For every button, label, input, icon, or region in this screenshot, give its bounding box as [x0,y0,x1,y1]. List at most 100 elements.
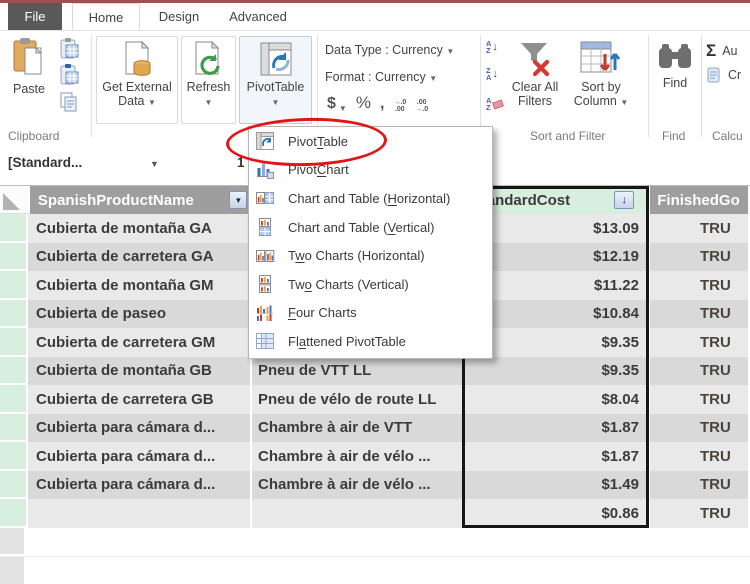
refresh-button[interactable]: Refresh ▼ [181,36,236,124]
empty-row[interactable] [0,557,750,584]
cell-french-product-name[interactable] [252,499,465,528]
pivottable-button[interactable]: PivotTable ▼ [239,36,312,124]
cell-spanish-product-name[interactable]: Cubierta de carretera GA [28,242,252,271]
cell-spanish-product-name[interactable]: Cubierta para cámara d... [28,470,252,499]
sort-by-column-button[interactable]: Sort by Column ▼ [566,36,636,122]
get-external-data-button[interactable]: Get External Data ▼ [96,36,178,124]
create-kpi-button[interactable]: Cr [706,67,741,83]
autosum-button[interactable]: Σ Au [706,41,738,61]
cell-standard-cost[interactable]: $1.49 [465,470,650,499]
cell-spanish-product-name[interactable] [28,499,252,528]
cell-standard-cost[interactable]: $8.04 [465,385,650,414]
cell-spanish-product-name[interactable]: Cubierta para cámara d... [28,413,252,442]
cell-standard-cost[interactable]: $1.87 [465,413,650,442]
paste-replace-button[interactable] [54,37,84,63]
row-selector[interactable] [0,557,26,584]
tab-advanced[interactable]: Advanced [220,3,296,30]
row-selector[interactable] [0,299,28,328]
row-selector[interactable] [0,413,28,442]
menu-item-two-charts-vertical[interactable]: Two Charts (Vertical) [249,270,492,299]
cell-standard-cost[interactable]: $1.87 [465,442,650,471]
empty-row[interactable] [0,527,750,557]
row-selector[interactable] [0,242,28,271]
row-selector[interactable] [0,356,28,385]
menu-item-chart-table-horizontal[interactable]: Chart and Table (Horizontal) [249,184,492,213]
name-box[interactable]: [Standard... [8,155,82,170]
row-selector[interactable] [0,499,28,528]
cell-spanish-product-name[interactable]: Cubierta de montaña GA [28,214,252,243]
format-dropdown[interactable]: Format : Currency ▼ [325,70,437,84]
cell-finished-goods[interactable]: TRU [650,242,750,271]
cell-finished-goods[interactable]: TRU [650,413,750,442]
menu-item-two-charts-horizontal[interactable]: Two Charts (Horizontal) [249,241,492,270]
menu-item-flattened-pivottable[interactable]: Flattened PivotTable [249,327,492,356]
cell-spanish-product-name[interactable]: Cubierta para cámara d... [28,442,252,471]
cell-finished-goods[interactable]: TRU [650,299,750,328]
cell-spanish-product-name[interactable]: Cubierta de carretera GM [28,328,252,357]
row-selector[interactable] [0,271,28,300]
row-selector[interactable] [0,385,28,414]
cell-french-product-name[interactable]: Pneu de VTT LL [252,356,465,385]
clear-all-filters-button[interactable]: Clear All Filters [508,36,562,122]
paste-append-button[interactable] [54,63,84,91]
cell-spanish-product-name[interactable]: Cubierta de carretera GB [28,385,252,414]
cell-french-product-name[interactable]: Chambre à air de vélo ... [252,470,465,499]
cell-standard-cost[interactable]: $9.35 [465,356,650,385]
find-button[interactable]: Find [652,36,698,122]
row-selector[interactable] [0,470,28,499]
percent-format-button[interactable]: % [356,93,371,113]
four-charts-icon [255,303,275,323]
cell-french-product-name[interactable]: Pneu de vélo de route LL [252,385,465,414]
comma-format-button[interactable]: , [380,95,384,113]
cell-finished-goods[interactable]: TRU [650,328,750,357]
currency-caret[interactable]: ▼ [339,105,347,113]
data-type-dropdown[interactable]: Data Type : Currency ▼ [325,43,454,57]
cell-finished-goods[interactable]: TRU [650,214,750,243]
tab-design[interactable]: Design [146,3,212,30]
clear-sort-button[interactable]: AZ [486,97,508,111]
cell-spanish-product-name[interactable]: Cubierta de montaña GB [28,356,252,385]
filter-dropdown-icon[interactable]: ▼ [229,191,248,209]
cell-spanish-product-name[interactable]: Cubierta de montaña GM [28,271,252,300]
cell-finished-goods[interactable]: TRU [650,271,750,300]
paste-append-icon [58,63,80,91]
cell-french-product-name[interactable]: Chambre à air de vélo ... [252,442,465,471]
paste-button[interactable]: Paste [6,36,52,122]
cell-finished-goods[interactable]: TRU [650,442,750,471]
menu-item-chart-table-vertical[interactable]: Chart and Table (Vertical) [249,213,492,242]
sort-az-button[interactable]: A Z ↓ [486,40,508,55]
column-header-spanishproductname[interactable]: SpanishProductName ▼ [29,186,254,214]
calculations-group-label: Calcu [712,129,743,143]
cell-finished-goods[interactable]: TRU [650,499,750,528]
increase-decimal-icon[interactable]: →.0.00 [393,99,406,113]
cell-standard-cost[interactable]: $0.86 [465,499,650,528]
cell-finished-goods[interactable]: TRU [650,356,750,385]
sort-descending-icon[interactable]: ↓ [614,191,635,209]
sort-za-button[interactable]: Z A ↓ [486,67,508,82]
funnel-clear-filter-icon [515,38,555,78]
name-box-caret-icon[interactable]: ▼ [150,159,159,169]
menu-item-pivotchart[interactable]: PivotChart [249,156,492,185]
row-selector[interactable] [0,527,26,556]
sort-by-column-icon [579,38,623,78]
row-selector[interactable] [0,214,28,243]
table-row: Cubierta de montaña GB Pneu de VTT LL $9… [0,356,750,385]
cell-finished-goods[interactable]: TRU [650,470,750,499]
copy-button[interactable] [54,91,84,117]
menu-item-four-charts[interactable]: Four Charts [249,299,492,328]
currency-format-button[interactable]: $ [327,95,336,113]
row-selector[interactable] [0,328,28,357]
select-all-corner[interactable] [0,186,30,214]
column-header-standardcost[interactable]: StandardCost ↓ [465,186,651,214]
create-kpi-icon [706,67,722,83]
tab-home[interactable]: Home [72,3,140,31]
column-header-finishedgoods[interactable]: FinishedGo [650,186,750,214]
row-selector[interactable] [0,442,28,471]
decrease-decimal-icon[interactable]: .00 →.0 [415,99,428,113]
cell-french-product-name[interactable]: Chambre à air de VTT [252,413,465,442]
formula-input[interactable]: 1 [237,155,245,170]
tab-file[interactable]: File [8,3,62,30]
cell-finished-goods[interactable]: TRU [650,385,750,414]
cell-spanish-product-name[interactable]: Cubierta de paseo [28,299,252,328]
menu-item-pivottable[interactable]: PivotTable [249,127,492,156]
